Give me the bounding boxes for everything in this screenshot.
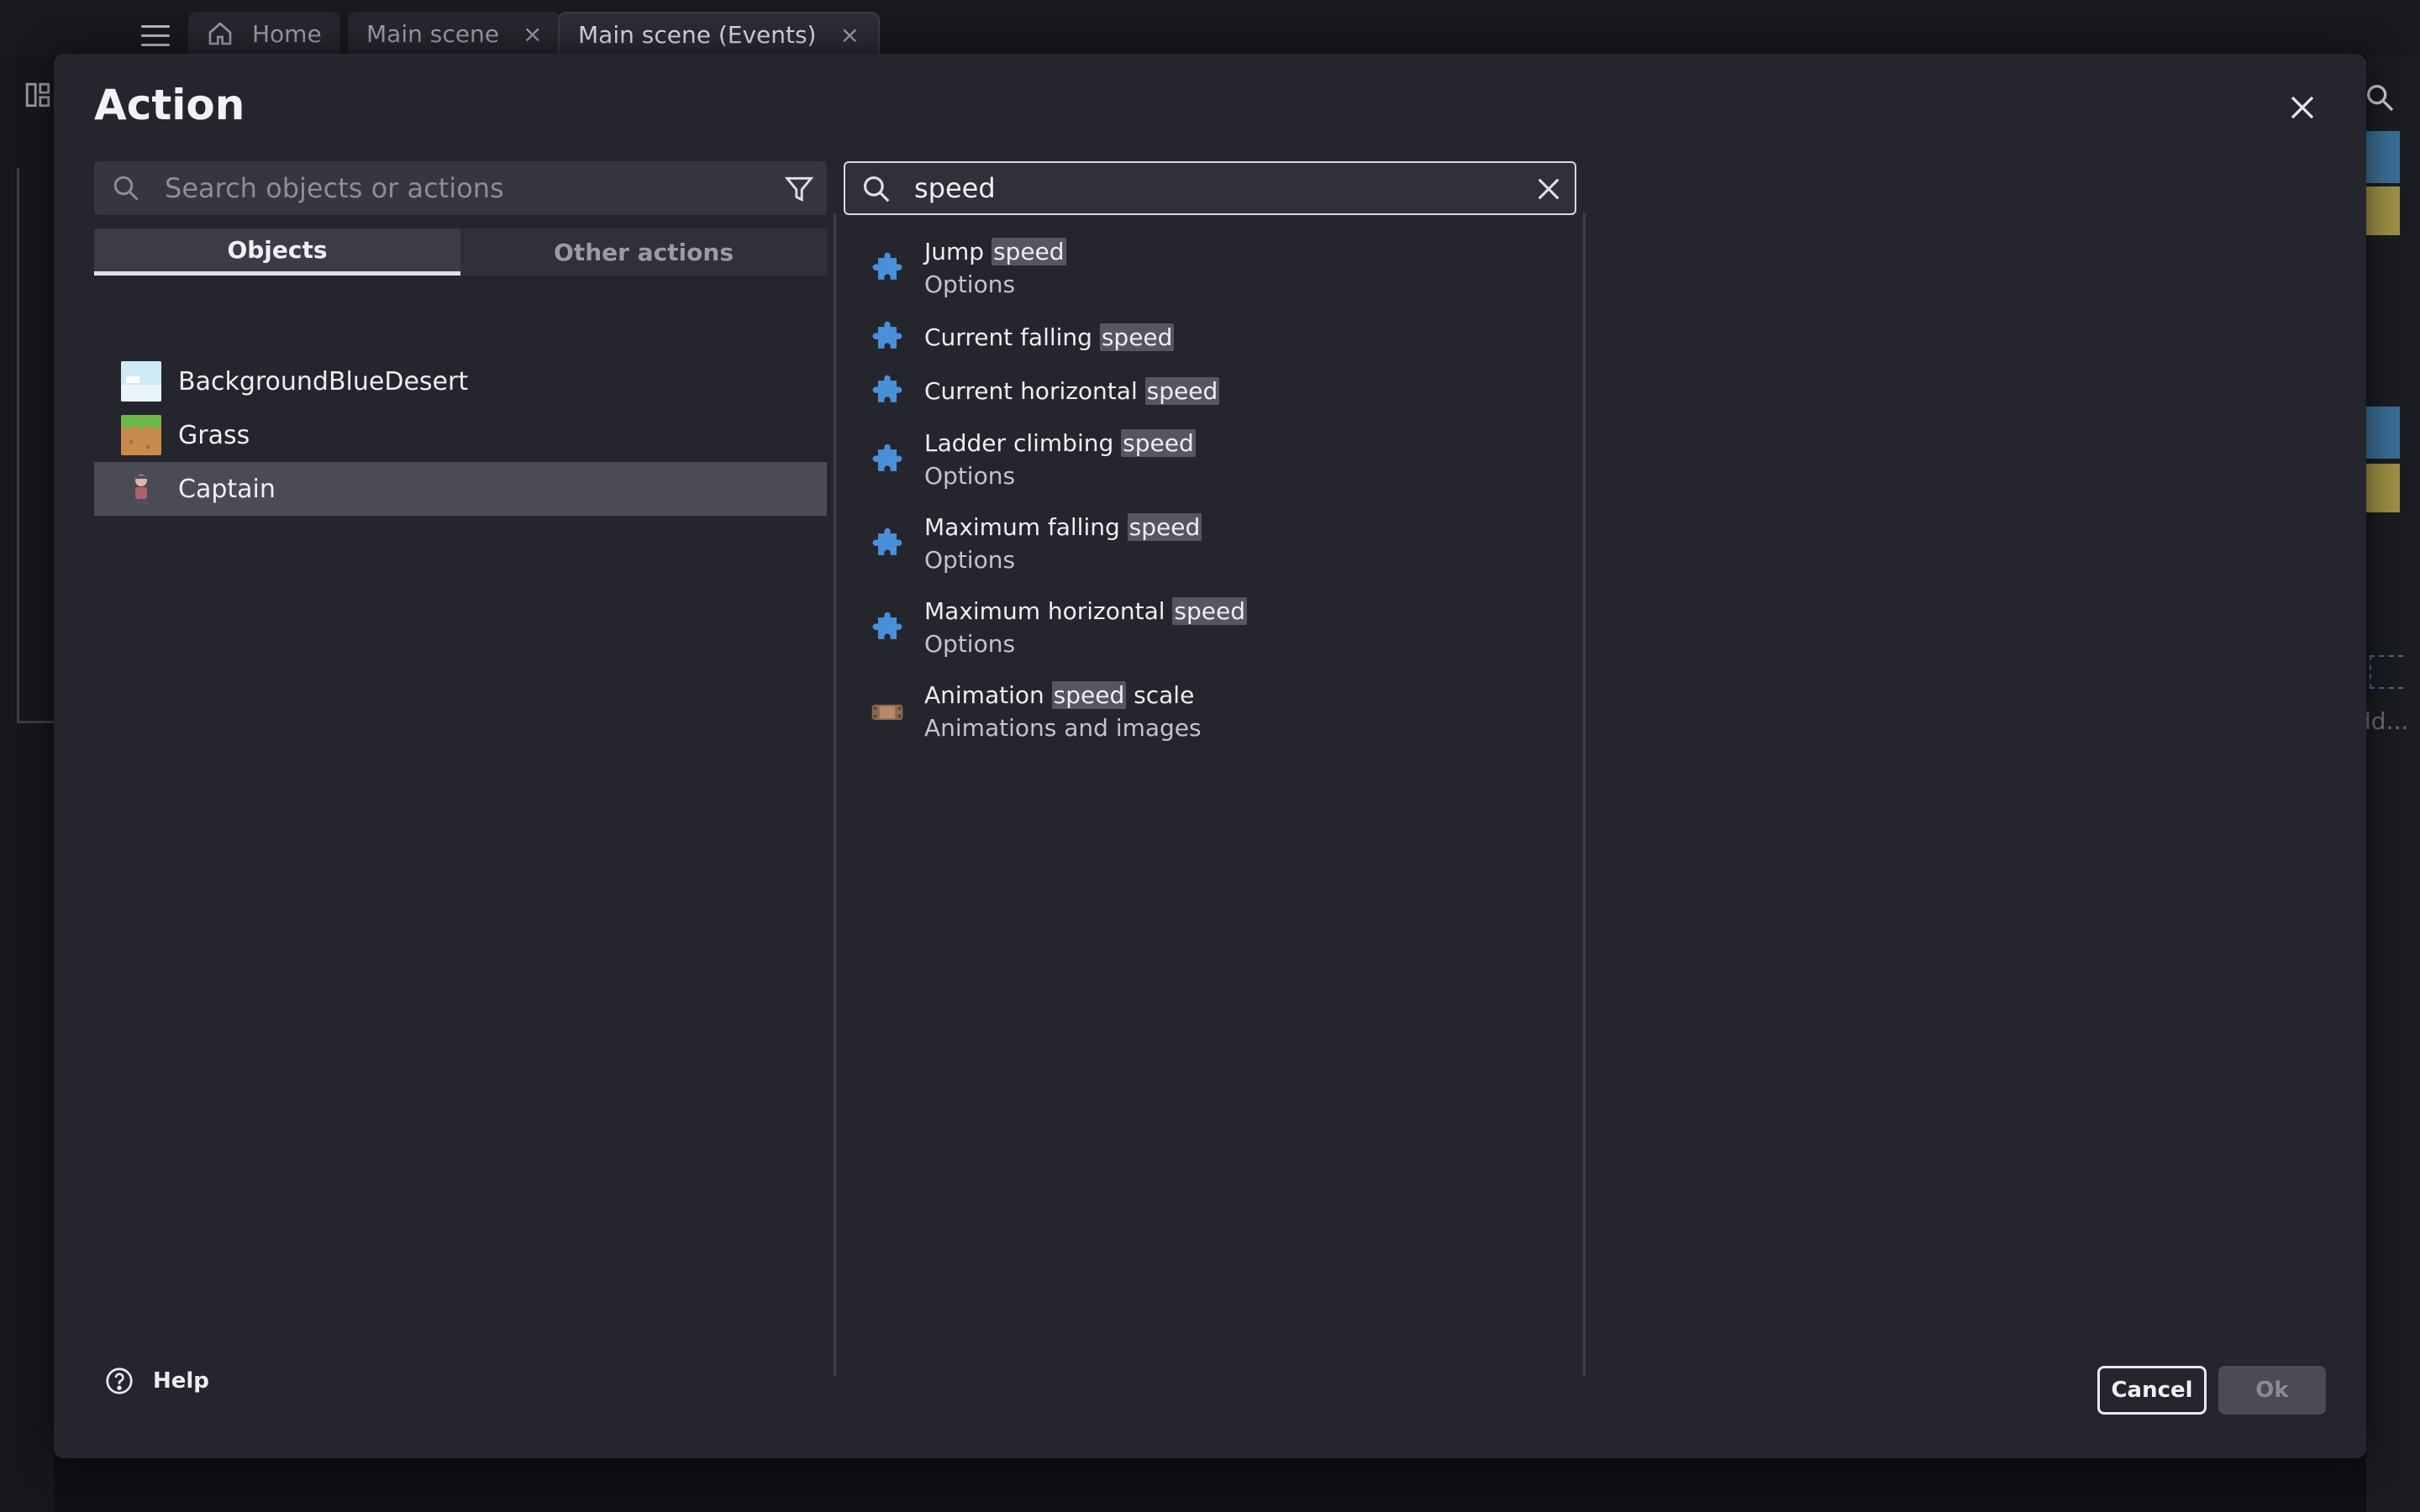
action-title-text: Jump [924, 238, 992, 265]
grass-thumb-icon [121, 415, 161, 455]
action-item-jump-speed[interactable]: Jump speed Options [844, 227, 1576, 311]
left-panel-strip [0, 55, 54, 1512]
action-title-text: Animation [924, 681, 1052, 709]
search-highlight: speed [1172, 597, 1248, 625]
object-name: Captain [178, 474, 276, 504]
action-title-suffix: scale [1126, 681, 1195, 709]
action-item-maximum-horizontal-speed[interactable]: Maximum horizontal speed Options [844, 586, 1576, 670]
action-search-input[interactable] [914, 168, 1502, 208]
object-search-input[interactable] [165, 168, 736, 208]
action-title-text: Current horizontal [924, 377, 1145, 405]
close-icon[interactable]: × [839, 21, 859, 49]
action-group: Options [924, 270, 1016, 298]
search-icon [863, 176, 890, 202]
search-icon [113, 176, 139, 201]
action-title-text: Ladder climbing [924, 429, 1122, 457]
captain-thumb-icon [134, 475, 148, 504]
tab-label: Main scene [366, 19, 499, 48]
close-icon [2291, 96, 2314, 119]
close-dialog-button[interactable] [2282, 87, 2323, 128]
action-item-current-horizontal-speed[interactable]: Current horizontal speed [844, 365, 1576, 418]
action-title-text: Maximum horizontal [924, 597, 1173, 625]
object-search-box [94, 161, 827, 215]
action-group: Options [924, 462, 1016, 490]
puzzle-extension-icon [872, 375, 902, 402]
action-title-text: Current falling [924, 323, 1100, 351]
search-highlight: speed [1144, 377, 1220, 405]
add-event-placeholder [2370, 655, 2403, 689]
event-block [2366, 407, 2400, 459]
search-highlight: speed [1127, 513, 1202, 541]
list-item[interactable]: BackgroundBlueDesert [94, 354, 827, 408]
object-name: Grass [178, 420, 250, 450]
list-item[interactable]: Grass [94, 408, 827, 462]
tab-main-scene[interactable]: Main scene × [348, 12, 561, 55]
event-block [2366, 131, 2400, 183]
help-label: Help [153, 1368, 209, 1394]
search-highlight: speed [1099, 323, 1175, 351]
tab-label: Main scene (Events) [578, 20, 817, 49]
action-item-current-falling-speed[interactable]: Current falling speed [844, 311, 1576, 365]
layout-icon[interactable] [24, 81, 52, 109]
puzzle-extension-icon [872, 444, 902, 471]
action-search-box [844, 161, 1576, 215]
action-list: Jump speed Options Current falling speed… [844, 227, 1576, 754]
object-list: BackgroundBlueDesert Grass Captain [94, 354, 827, 516]
clear-search-icon[interactable] [1534, 175, 1563, 203]
column-divider [1583, 213, 1586, 1376]
animation-film-icon [871, 704, 903, 721]
cancel-button[interactable]: Cancel [2097, 1366, 2207, 1415]
tab-other-actions[interactable]: Other actions [460, 228, 827, 276]
dialog-title: Action [94, 81, 245, 129]
filter-icon[interactable] [783, 173, 815, 205]
tab-label: Home [252, 19, 322, 48]
search-highlight: speed [991, 238, 1066, 265]
event-block [2366, 464, 2400, 512]
ok-button[interactable]: Ok [2218, 1366, 2326, 1415]
right-panel-strip [2366, 55, 2420, 1512]
action-group: Options [924, 630, 1016, 658]
event-block [2366, 186, 2400, 235]
search-highlight: speed [1121, 429, 1196, 457]
action-item-ladder-climbing-speed[interactable]: Ladder climbing speed Options [844, 418, 1576, 502]
puzzle-extension-icon [872, 528, 902, 555]
puzzle-extension-icon [872, 252, 902, 280]
tree-line [17, 721, 54, 723]
action-item-maximum-falling-speed[interactable]: Maximum falling speed Options [844, 502, 1576, 586]
list-item-selected[interactable]: Captain [94, 462, 827, 516]
tab-objects[interactable]: Objects [94, 228, 460, 276]
action-title-text: Maximum falling [924, 513, 1128, 541]
action-group: Options [924, 546, 1016, 574]
tab-main-scene-events[interactable]: Main scene (Events) × [558, 12, 880, 55]
action-dialog: Action Objects Other actions BackgroundB… [54, 54, 2366, 1458]
action-group: Animations and images [924, 714, 1202, 742]
column-divider [834, 213, 836, 1376]
puzzle-extension-icon [872, 321, 902, 349]
top-bar: Home Main scene × Main scene (Events) × [0, 0, 2420, 55]
home-icon [208, 22, 232, 45]
tree-line [17, 168, 19, 722]
menu-icon[interactable] [141, 25, 170, 47]
close-icon[interactable]: × [523, 20, 542, 48]
object-name: BackgroundBlueDesert [178, 366, 469, 396]
tab-home[interactable]: Home [188, 12, 340, 55]
background-thumb-icon [121, 361, 161, 402]
search-icon[interactable] [2363, 81, 2396, 114]
puzzle-extension-icon [872, 612, 902, 639]
object-tabs: Objects Other actions [94, 228, 827, 276]
action-item-animation-speed-scale[interactable]: Animation speed scale Animations and ima… [844, 670, 1576, 754]
help-icon [106, 1368, 133, 1394]
help-button[interactable]: Help [104, 1366, 209, 1396]
search-highlight: speed [1051, 681, 1127, 709]
